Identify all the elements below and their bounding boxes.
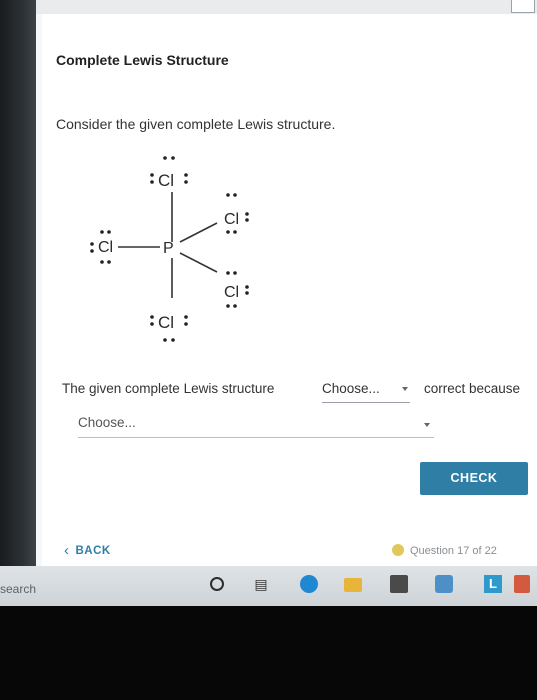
- progress-dot-icon: [392, 544, 404, 556]
- cortana-icon[interactable]: [210, 577, 224, 591]
- check-button[interactable]: CHECK: [420, 462, 528, 495]
- back-label: BACK: [75, 545, 111, 557]
- validity-dropdown[interactable]: Choose...: [322, 381, 410, 403]
- progress-text: Question 17 of 22: [410, 545, 497, 557]
- question-progress: Question 17 of 22: [392, 544, 497, 557]
- file-explorer-icon[interactable]: [344, 578, 362, 592]
- chevron-down-icon: [402, 387, 408, 391]
- top-strip: [36, 0, 537, 14]
- browser-screen: Complete Lewis Structure Consider the gi…: [36, 0, 537, 566]
- back-button[interactable]: ‹ BACK: [64, 542, 111, 559]
- task-view-icon[interactable]: ▤: [252, 575, 270, 593]
- window-corner-icon[interactable]: [511, 0, 535, 13]
- reason-dropdown[interactable]: Choose...: [78, 415, 434, 438]
- device-bezel-bottom: [0, 606, 537, 700]
- validity-dropdown-value: Choose...: [322, 381, 380, 396]
- question-card: Complete Lewis Structure Consider the gi…: [42, 14, 537, 566]
- l-app-icon[interactable]: L: [484, 575, 502, 593]
- mail-icon[interactable]: [435, 575, 453, 593]
- atom-center-p: P: [163, 240, 174, 257]
- reason-dropdown-value: Choose...: [78, 415, 136, 430]
- atom-lower-right-cl: Cl: [224, 284, 239, 301]
- atom-top-cl: Cl: [158, 171, 174, 190]
- chevron-down-icon: [424, 423, 430, 427]
- s-app-icon[interactable]: [514, 575, 530, 593]
- lewis-structure: Cl Cl P Cl Cl Cl: [90, 156, 249, 342]
- question-sentence-start: The given complete Lewis structure: [62, 381, 275, 396]
- question-sentence-end: correct because: [424, 381, 521, 396]
- store-icon[interactable]: [390, 575, 408, 593]
- taskbar-search[interactable]: search: [0, 582, 36, 596]
- atom-bottom-cl: Cl: [158, 313, 174, 332]
- bond-lower-right: [179, 252, 218, 273]
- device-bezel-left: [0, 0, 36, 580]
- page-title: Complete Lewis Structure: [56, 52, 229, 68]
- chevron-left-icon: ‹: [64, 542, 70, 559]
- edge-browser-icon[interactable]: [300, 575, 318, 593]
- atom-left-cl: Cl: [98, 239, 113, 256]
- bond-upper-right: [179, 222, 218, 243]
- question-prompt: Consider the given complete Lewis struct…: [56, 116, 336, 132]
- atom-upper-right-cl: Cl: [224, 211, 239, 228]
